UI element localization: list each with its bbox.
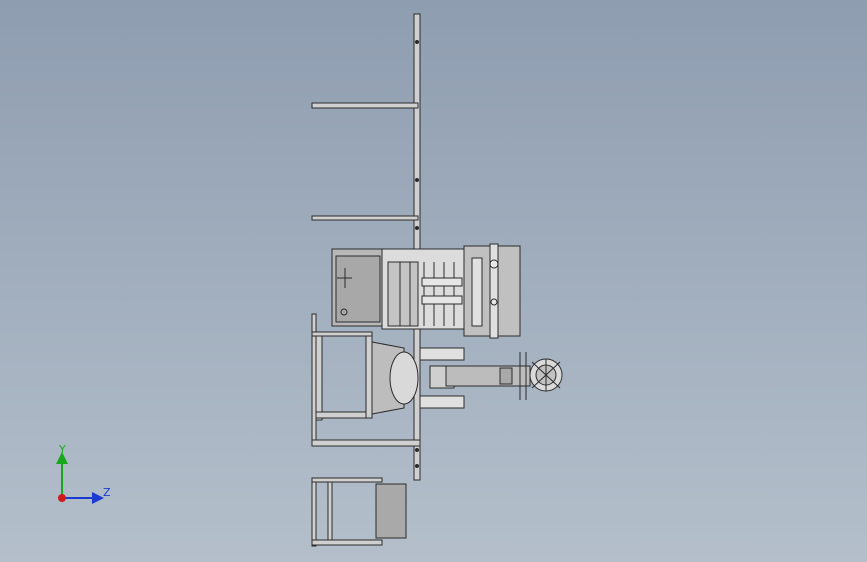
bottom-stand[interactable] — [311, 477, 407, 547]
cad-graphics-viewport[interactable]: Y Z — [0, 0, 867, 562]
machine-assembly-model[interactable] — [0, 0, 867, 562]
flower-cutter[interactable] — [529, 358, 563, 392]
origin-point — [58, 494, 66, 502]
middle-arm[interactable] — [311, 215, 419, 221]
roller-comb-unit[interactable] — [381, 248, 465, 330]
upper-arm[interactable] — [311, 102, 419, 109]
z-axis-label: Z — [103, 486, 111, 499]
right-control-panel[interactable] — [463, 243, 521, 339]
y-axis-label: Y — [59, 443, 66, 456]
vertical-rail[interactable] — [413, 13, 421, 481]
